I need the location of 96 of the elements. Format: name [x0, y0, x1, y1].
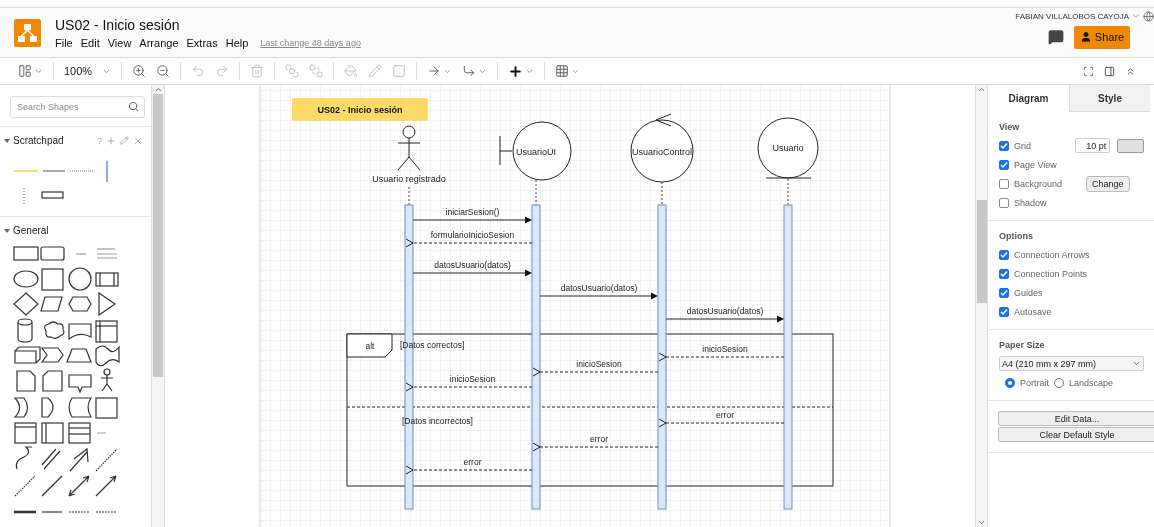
checkbox-label[interactable]: Grid [1014, 140, 1062, 151]
dropdown-icon[interactable] [1131, 11, 1141, 21]
message-label: datosUsuario(datos) [434, 260, 511, 270]
radio-button[interactable] [1005, 377, 1015, 388]
delete-icon[interactable] [250, 64, 265, 78]
scrollbar-thumb[interactable] [976, 200, 987, 303]
checkbox[interactable] [999, 249, 1009, 260]
menu-item[interactable]: Edit [80, 36, 100, 49]
section-toggle-icon[interactable] [4, 137, 10, 144]
radio-label[interactable]: Portrait [1020, 377, 1049, 388]
format-panel-icon[interactable] [1104, 65, 1115, 77]
lifeline-label: Usuario [772, 143, 804, 153]
checkbox-label[interactable]: Connection Points [1014, 268, 1088, 279]
message-label: inicioSesion [702, 344, 748, 354]
waypoints-icon[interactable] [462, 64, 477, 78]
menu-item[interactable]: Extras [186, 36, 218, 49]
checkbox[interactable] [999, 268, 1009, 279]
section-title[interactable]: General [13, 225, 143, 236]
message-label: error [463, 457, 482, 467]
message-label: inicioSesion [576, 359, 622, 369]
user-icon [1079, 31, 1092, 43]
grid-size-field[interactable]: 10 pt [1074, 138, 1111, 153]
checkbox-label[interactable]: Shadow [1014, 197, 1072, 208]
user-name[interactable]: FABIAN VILLALOBOS CAYOJA [1015, 11, 1129, 21]
insert-icon[interactable] [508, 63, 524, 79]
message-label: iniciarSesion() [445, 207, 500, 217]
checkbox[interactable] [999, 159, 1009, 170]
panel-layout-icon[interactable] [18, 64, 32, 78]
share-button[interactable]: Share [1074, 25, 1130, 49]
scroll-up-icon[interactable] [977, 85, 986, 94]
menu-item[interactable]: View [107, 36, 132, 49]
scrollbar-thumb[interactable] [153, 94, 163, 377]
fill-color-icon[interactable] [344, 64, 359, 78]
message-label: formularioInicioSesion [430, 230, 515, 240]
checkbox-label[interactable]: Autosave [1014, 306, 1052, 317]
control-icon [630, 113, 694, 183]
comment-icon[interactable] [1048, 29, 1064, 45]
search-field[interactable]: Search Shapes [10, 96, 145, 118]
search-icon[interactable] [128, 101, 139, 112]
collapse-icon[interactable] [1125, 65, 1136, 77]
connection-icon[interactable] [427, 64, 442, 78]
checkbox-label[interactable]: Background [1014, 178, 1072, 189]
radio-label[interactable]: Landscape [1069, 377, 1114, 388]
actor-icon [397, 125, 421, 171]
checkbox[interactable] [999, 306, 1009, 317]
last-change-link[interactable]: Last change 48 days ago [260, 37, 361, 48]
guard-label: [Datos incorrectos] [402, 416, 473, 426]
add-icon[interactable] [106, 135, 116, 146]
checkbox[interactable] [999, 287, 1009, 298]
line-color-icon[interactable] [368, 64, 383, 78]
close-icon[interactable] [133, 135, 143, 146]
panel-tab[interactable]: Style [1069, 85, 1150, 112]
guard-label: [Datos correctos] [400, 340, 465, 350]
table-icon[interactable] [555, 64, 570, 78]
select-value[interactable]: A4 (210 mm x 297 mm) [1002, 358, 1097, 369]
change-button[interactable]: Change [1086, 175, 1130, 192]
panel-button[interactable]: Edit Data... [998, 411, 1154, 426]
menu-item[interactable]: Help [225, 36, 249, 49]
boundary-icon [499, 121, 572, 181]
section-heading: View [999, 122, 1021, 132]
message-label: error [590, 434, 608, 444]
paper-size-select[interactable]: A4 (210 mm x 297 mm) [999, 356, 1144, 371]
entity-icon [757, 117, 819, 179]
checkbox[interactable] [999, 197, 1009, 208]
app-logo[interactable] [14, 18, 41, 47]
zoom-out-icon[interactable] [156, 64, 171, 78]
zoom-dropdown[interactable]: 100% [64, 65, 93, 77]
menu-item[interactable]: Arrange [139, 36, 179, 49]
panel-button[interactable]: Clear Default Style [998, 427, 1154, 442]
fragment-tag: alt [346, 333, 393, 358]
checkbox-label[interactable]: Connection Arrows [1014, 249, 1090, 260]
fullscreen-icon[interactable] [1083, 65, 1094, 77]
checkbox[interactable] [999, 178, 1009, 189]
diagram-title: US02 - Inicio sesión [292, 98, 428, 121]
scroll-up-icon[interactable] [153, 85, 163, 94]
message-label: datosUsuario(datos) [686, 306, 764, 316]
message-label: error [716, 410, 734, 420]
message-label: datosUsuario(datos) [560, 283, 638, 293]
section-heading: Options [999, 231, 1034, 241]
section-heading: Paper Size [999, 340, 1046, 350]
lifeline-label: UsuarioUI [516, 147, 556, 157]
section-title[interactable]: Scratchpad [13, 135, 94, 146]
document-title[interactable]: US02 - Inicio sesión [55, 16, 1002, 33]
lifeline-label: Usuario registrado [372, 174, 446, 184]
message-label: inicioSesion [449, 374, 496, 384]
scroll-down-icon[interactable] [977, 518, 986, 527]
globe-icon[interactable] [1143, 10, 1154, 22]
lifeline-label: UsuarioControl [632, 147, 692, 157]
section-toggle-icon[interactable] [4, 227, 10, 234]
checkbox[interactable] [999, 140, 1009, 151]
menu-item[interactable]: File [55, 36, 73, 49]
zoom-in-icon[interactable] [132, 64, 147, 78]
dropdown-icon[interactable] [1132, 359, 1141, 368]
grid-color-swatch[interactable] [1117, 138, 1144, 153]
checkbox-label[interactable]: Guides [1014, 287, 1043, 298]
checkbox-label[interactable]: Page View [1014, 159, 1072, 170]
